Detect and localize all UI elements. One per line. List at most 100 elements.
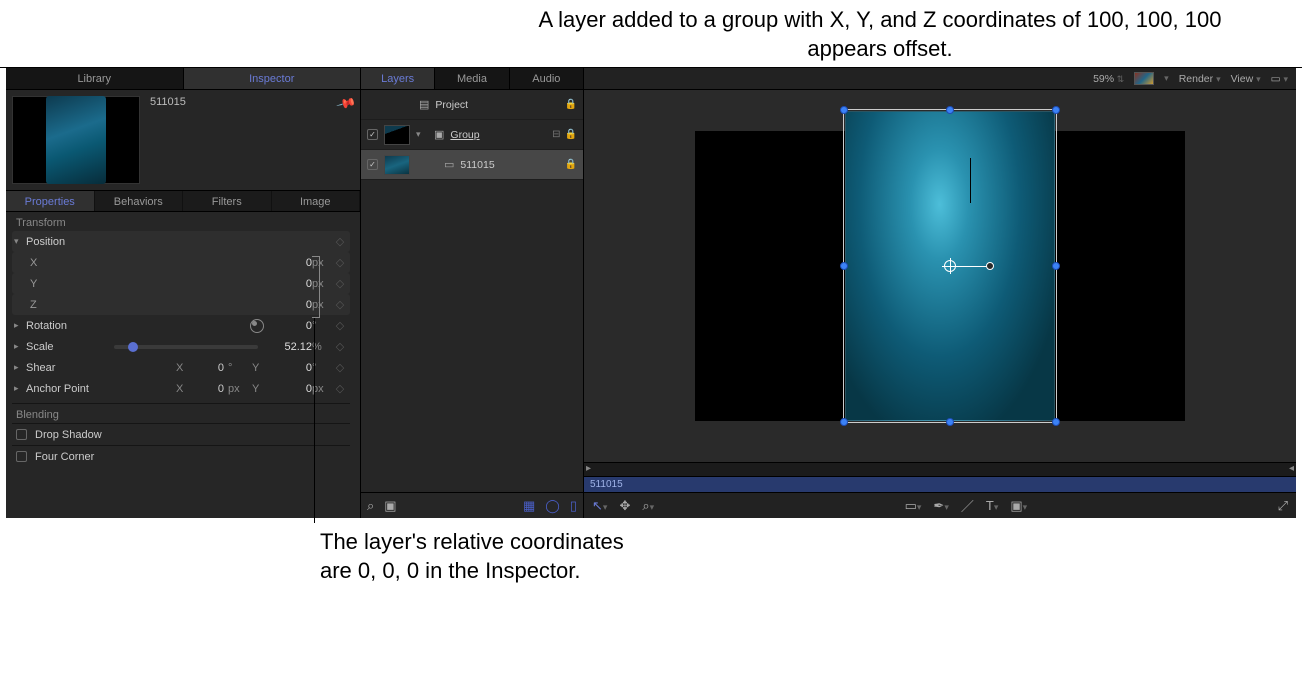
timeline-track[interactable]: 511015 <box>584 476 1296 492</box>
lock-icon[interactable]: 🔒 <box>565 99 577 110</box>
layer-name-item[interactable]: 511015 <box>460 159 558 171</box>
project-icon: ▤ <box>419 98 429 111</box>
checkbox-group[interactable]: ✓ <box>367 129 378 140</box>
search-icon[interactable]: ⌕ <box>367 498 374 514</box>
view-menu[interactable]: View ▾ <box>1231 73 1261 85</box>
row-position-y[interactable]: Y 0 px ◇ <box>12 273 350 294</box>
expand-tool[interactable]: ⤢ <box>1278 498 1288 514</box>
handle-tl[interactable] <box>840 106 848 114</box>
row-position-x[interactable]: X 0 px ◇ <box>12 252 350 273</box>
value-position-z[interactable]: 0 <box>264 299 312 311</box>
checkbox-drop-shadow[interactable] <box>16 429 27 440</box>
selection-box[interactable] <box>843 109 1057 423</box>
value-anchor-y[interactable]: 0 <box>264 383 312 395</box>
layer-row-item[interactable]: ✓ ▭ 511015 🔒 <box>361 150 583 180</box>
keyframe-rotation[interactable]: ◇ <box>332 319 348 332</box>
layer-name-project[interactable]: Project <box>435 99 558 111</box>
ruler-start[interactable]: ▸ <box>586 463 591 474</box>
checkbox-item[interactable]: ✓ <box>367 159 378 170</box>
row-drop-shadow[interactable]: Drop Shadow <box>12 423 350 445</box>
value-position-y[interactable]: 0 <box>264 278 312 290</box>
inspector-tabs: Properties Behaviors Filters Image <box>6 190 360 212</box>
handle-tm[interactable] <box>946 106 954 114</box>
anchor-point[interactable] <box>944 260 956 272</box>
stack-icon[interactable]: ▯ <box>570 498 577 514</box>
text-tool[interactable]: T▾ <box>986 498 998 513</box>
value-anchor-x[interactable]: 0 <box>192 383 224 395</box>
tab-library[interactable]: Library <box>6 68 184 89</box>
grid-icon[interactable]: ▦ <box>523 498 535 514</box>
disclosure-group[interactable]: ▾ <box>416 129 428 140</box>
render-menu[interactable]: Render ▾ <box>1179 73 1221 85</box>
tab-properties[interactable]: Properties <box>6 191 95 211</box>
value-shear-y[interactable]: 0 <box>264 362 312 374</box>
value-scale[interactable]: 52.12 <box>264 341 312 353</box>
tab-inspector[interactable]: Inspector <box>184 68 361 89</box>
row-four-corner[interactable]: Four Corner <box>12 445 350 467</box>
layer-row-project[interactable]: ▤ Project 🔒 <box>361 90 583 120</box>
handle-ml[interactable] <box>840 262 848 270</box>
tab-audio[interactable]: Audio <box>510 68 583 89</box>
handle-br[interactable] <box>1052 418 1060 426</box>
handle-tr[interactable] <box>1052 106 1060 114</box>
shape-tool[interactable]: ▭▾ <box>905 498 922 514</box>
row-position-z[interactable]: Z 0 px ◇ <box>12 294 350 315</box>
value-shear-x[interactable]: 0 <box>192 362 224 374</box>
select-tool[interactable]: ↖▾ <box>592 498 607 514</box>
timeline-clip[interactable]: 511015 <box>584 477 1296 492</box>
disclosure-rotation[interactable]: ▸ <box>14 320 26 331</box>
keyframe-x[interactable]: ◇ <box>332 256 348 269</box>
disclosure-shear[interactable]: ▸ <box>14 362 26 373</box>
keyframe-y[interactable]: ◇ <box>332 277 348 290</box>
tab-media[interactable]: Media <box>435 68 509 89</box>
pin-icon[interactable]: 📌 <box>335 93 357 115</box>
checkbox-four-corner[interactable] <box>16 451 27 462</box>
ruler-end[interactable]: ◂ <box>1289 463 1294 474</box>
fit-icon[interactable]: ▣ <box>384 498 396 514</box>
row-anchor[interactable]: ▸ Anchor Point X0px Y 0 px ◇ <box>12 378 350 399</box>
chevron-down-icon[interactable]: ▾ <box>1164 73 1169 84</box>
value-position-x[interactable]: 0 <box>264 257 312 269</box>
handle-bm[interactable] <box>946 418 954 426</box>
line-tool[interactable]: ／ <box>961 496 974 515</box>
tab-layers[interactable]: Layers <box>361 68 435 89</box>
row-shear[interactable]: ▸ Shear X0° Y 0 ° ◇ <box>12 357 350 378</box>
zoom-tool[interactable]: ⌕▾ <box>642 498 654 514</box>
keyframe-shear[interactable]: ◇ <box>332 361 348 374</box>
tab-behaviors[interactable]: Behaviors <box>95 191 184 211</box>
tab-image[interactable]: Image <box>272 191 361 211</box>
scale-slider[interactable] <box>114 345 258 349</box>
keyframe-scale[interactable]: ◇ <box>332 340 348 353</box>
disclosure-scale[interactable]: ▸ <box>14 341 26 352</box>
keyframe-position[interactable]: ◇ <box>332 235 348 248</box>
lock-icon[interactable]: 🔒 <box>565 159 577 170</box>
handle-bl[interactable] <box>840 418 848 426</box>
asset-thumbnail[interactable] <box>12 96 140 184</box>
transform-tool[interactable]: ✥ <box>619 498 630 514</box>
row-position[interactable]: ▾ Position ◇ <box>12 231 350 252</box>
value-rotation[interactable]: 0 <box>264 320 312 332</box>
lock-icon[interactable]: 🔒 <box>565 129 577 140</box>
pass-icon[interactable]: ⊟ <box>552 129 560 140</box>
layout-icon[interactable]: ▭ ▾ <box>1271 73 1288 85</box>
disclosure-anchor[interactable]: ▸ <box>14 383 26 394</box>
row-scale[interactable]: ▸ Scale 52.12 % ◇ <box>12 336 350 357</box>
rotation-dial[interactable] <box>250 319 264 333</box>
label-anchor: Anchor Point <box>26 383 108 395</box>
keyframe-z[interactable]: ◇ <box>332 298 348 311</box>
tab-filters[interactable]: Filters <box>183 191 272 211</box>
circle-icon[interactable]: ◯ <box>545 498 560 514</box>
pen-tool[interactable]: ✒▾ <box>933 498 948 514</box>
rotation-handle[interactable] <box>986 262 994 270</box>
disclosure-position[interactable]: ▾ <box>14 236 26 247</box>
color-well[interactable] <box>1134 72 1154 85</box>
handle-mr[interactable] <box>1052 262 1060 270</box>
canvas-viewport[interactable] <box>584 90 1296 462</box>
keyframe-anchor[interactable]: ◇ <box>332 382 348 395</box>
layer-name-group[interactable]: Group <box>450 129 546 141</box>
mask-tool[interactable]: ▣▾ <box>1010 498 1027 514</box>
timeline-ruler[interactable]: ▸ ◂ <box>584 462 1296 476</box>
layer-row-group[interactable]: ✓ ▾ ▣ Group ⊟🔒 <box>361 120 583 150</box>
zoom-control[interactable]: 59% ⇅ <box>1093 73 1124 85</box>
row-rotation[interactable]: ▸ Rotation 0 ° ◇ <box>12 315 350 336</box>
